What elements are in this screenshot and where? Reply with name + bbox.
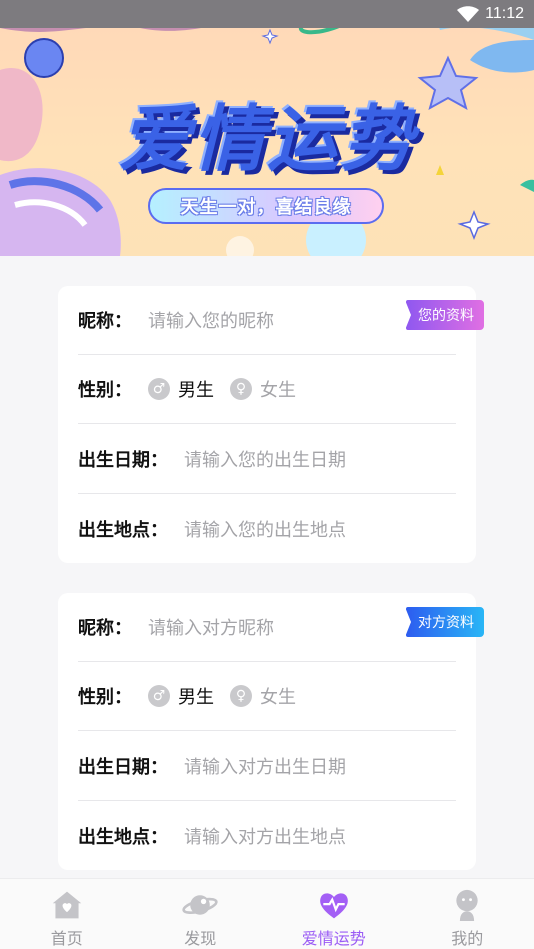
female-icon: ♀ <box>230 378 252 400</box>
birthplace-label: 出生地点： <box>78 519 168 541</box>
nickname-input[interactable]: 请输入您的昵称 <box>148 307 274 333</box>
heart-pulse-icon <box>319 893 348 919</box>
partner-birthplace-input[interactable]: 请输入对方出生地点 <box>184 823 346 849</box>
gender-label: 性别： <box>78 380 132 401</box>
partner-info-card: 对方资料 昵称： 请输入对方昵称 性别： ♂ 男生 ♀ 女生 出生日期： 请输入… <box>58 593 484 870</box>
partner-birthdate-row[interactable]: 出生日期： 请输入对方出生日期 <box>78 732 456 801</box>
partner-gender-female-option[interactable]: ♀ 女生 <box>230 683 296 709</box>
partner-nickname-row[interactable]: 昵称： 请输入对方昵称 <box>78 593 456 662</box>
gender-female-label: 女生 <box>260 380 296 401</box>
wifi-icon <box>457 6 480 22</box>
partner-birthplace-row[interactable]: 出生地点： 请输入对方出生地点 <box>78 801 456 870</box>
partner-gender-male-option[interactable]: ♂ 男生 <box>148 683 214 709</box>
status-time: 11:12 <box>485 5 524 22</box>
male-icon: ♂ <box>148 378 170 400</box>
birthdate-row[interactable]: 出生日期： 请输入您的出生日期 <box>78 425 456 494</box>
partner-gender-female-label: 女生 <box>260 687 296 708</box>
banner: 爱情运势 天生一对，喜结良缘 <box>0 0 534 256</box>
partner-birthplace-label: 出生地点： <box>78 826 168 848</box>
bottom-nav: 首页 发现 爱情运势 我的 <box>0 878 534 949</box>
partner-gender-selector[interactable]: ♂ 男生 ♀ 女生 <box>148 683 312 709</box>
nav-discover-label: 发现 <box>184 929 217 948</box>
partner-nickname-input[interactable]: 请输入对方昵称 <box>148 614 274 640</box>
gender-selector[interactable]: ♂ 男生 ♀ 女生 <box>148 376 312 402</box>
birthplace-input[interactable]: 请输入您的出生地点 <box>184 516 346 542</box>
home-icon <box>52 891 81 919</box>
partner-birthdate-label: 出生日期： <box>78 757 168 778</box>
gender-female-option[interactable]: ♀ 女生 <box>230 376 296 402</box>
male-icon: ♂ <box>148 685 170 707</box>
birthdate-label: 出生日期： <box>78 450 168 471</box>
female-icon: ♀ <box>230 685 252 707</box>
planet-icon <box>182 895 218 915</box>
gender-male-label: 男生 <box>178 380 214 401</box>
nav-mine[interactable]: 我的 <box>401 879 534 949</box>
nav-home[interactable]: 首页 <box>0 879 134 949</box>
profile-icon <box>456 889 478 921</box>
status-bar: 11:12 <box>0 0 534 28</box>
nav-home-label: 首页 <box>50 929 83 948</box>
birthplace-row[interactable]: 出生地点： 请输入您的出生地点 <box>78 494 456 563</box>
nav-mine-label: 我的 <box>451 929 484 948</box>
nav-discover[interactable]: 发现 <box>134 879 268 949</box>
partner-birthdate-input[interactable]: 请输入对方出生日期 <box>184 753 346 779</box>
partner-gender-row: 性别： ♂ 男生 ♀ 女生 <box>78 662 456 731</box>
nav-love-fortune-label: 爱情运势 <box>301 929 366 948</box>
partner-gender-label: 性别： <box>78 687 132 708</box>
my-info-card: 您的资料 昵称： 请输入您的昵称 性别： ♂ 男生 ♀ 女生 出生日期： 请输入… <box>58 286 484 563</box>
gender-male-option[interactable]: ♂ 男生 <box>148 376 214 402</box>
banner-title: 爱情运势 <box>118 97 415 181</box>
birthdate-input[interactable]: 请输入您的出生日期 <box>184 446 346 472</box>
nickname-label: 昵称： <box>78 311 132 332</box>
gender-row: 性别： ♂ 男生 ♀ 女生 <box>78 355 456 424</box>
nickname-row[interactable]: 昵称： 请输入您的昵称 <box>78 286 456 355</box>
banner-subtitle: 天生一对，喜结良缘 <box>148 188 384 224</box>
partner-nickname-label: 昵称： <box>78 618 132 639</box>
partner-gender-male-label: 男生 <box>178 687 214 708</box>
nav-love-fortune[interactable]: 爱情运势 <box>267 879 401 949</box>
